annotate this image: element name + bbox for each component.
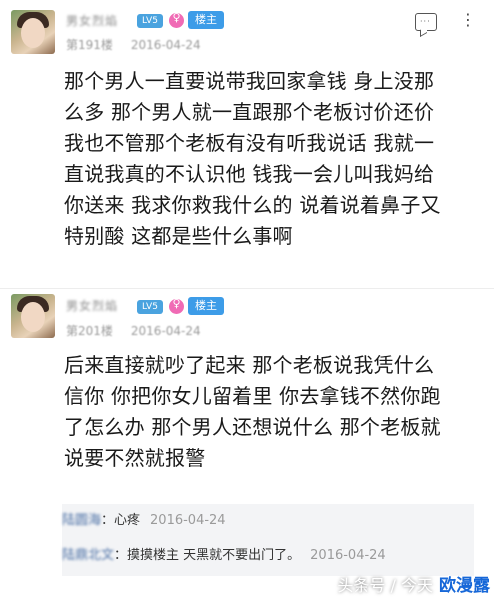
reply-item[interactable]: 陆圆海：心疼 2016-04-24 — [62, 507, 226, 535]
host-badge: 楼主 — [188, 11, 224, 29]
level-badge: LV5 — [137, 300, 163, 314]
level-badge: LV5 — [137, 14, 163, 28]
female-icon — [169, 297, 184, 314]
reply-date: 2016-04-24 — [310, 548, 386, 563]
avatar[interactable] — [11, 10, 55, 54]
content-line: 么多 那个男人就一直跟那个老板讨价还价 — [64, 100, 435, 124]
post-floor-201: 男女烈焰 LV5 楼主 第201楼 2016-04-24 后来直接就吵了起来 那个… — [0, 288, 494, 504]
reply-username[interactable]: 陆圆海 — [62, 513, 101, 528]
floor-meta: 第201楼 2016-04-24 — [66, 322, 201, 339]
post-date: 2016-04-24 — [130, 38, 201, 52]
username[interactable]: 男女烈焰 — [66, 297, 118, 314]
reply-date: 2016-04-24 — [150, 513, 226, 528]
reply-username[interactable]: 陆鼎北文 — [62, 548, 114, 563]
floor-meta: 第191楼 2016-04-24 — [66, 36, 201, 53]
content-line: 直说我真的不认识他 钱我一会儿叫我妈给 — [64, 162, 435, 186]
comment-bubble-icon[interactable]: ··· — [415, 13, 437, 31]
post-date: 2016-04-24 — [130, 324, 201, 338]
avatar[interactable] — [11, 294, 55, 338]
reply-text: ：摸摸楼主 天黑就不要出门了。 — [114, 548, 301, 563]
floor-number: 第201楼 — [66, 324, 113, 338]
post-floor-191: 男女烈焰 LV5 楼主 第191楼 2016-04-24 ··· ⋮ 那个男人一直… — [0, 0, 494, 288]
watermark: 头条号 / 今天 欧漫露 — [337, 570, 490, 596]
username[interactable]: 男女烈焰 — [66, 12, 118, 29]
post-content: 后来直接就吵了起来 那个老板说我凭什么 信你 你把你女儿留着里 你去拿钱不然你跑… — [64, 350, 476, 474]
reply-text: ：心疼 — [101, 513, 141, 528]
post-content: 那个男人一直要说带我回家拿钱 身上没那 么多 那个男人就一直跟那个老板讨价还价 … — [64, 66, 476, 252]
watermark-source: 头条号 / 今天 — [337, 576, 433, 595]
reply-item[interactable]: 陆鼎北文：摸摸楼主 天黑就不要出门了。 2016-04-24 — [62, 542, 386, 570]
host-badge: 楼主 — [188, 297, 224, 315]
content-line: 后来直接就吵了起来 那个老板说我凭什么 — [64, 353, 435, 377]
content-line: 了怎么办 那个男人还想说什么 那个老板就 — [64, 415, 441, 439]
content-line: 特别酸 这都是些什么事啊 — [64, 224, 293, 248]
content-line: 我也不管那个老板有没有听我说话 我就一 — [64, 131, 435, 155]
content-line: 你送来 我求你救我什么的 说着说着鼻子又 — [64, 193, 441, 217]
floor-number: 第191楼 — [66, 38, 113, 52]
content-line: 信你 你把你女儿留着里 你去拿钱不然你跑 — [64, 384, 441, 408]
more-options-icon[interactable]: ⋮ — [460, 12, 476, 28]
reply-list: 陆圆海：心疼 2016-04-24 陆鼎北文：摸摸楼主 天黑就不要出门了。 2016… — [62, 504, 474, 576]
watermark-brand: 欧漫露 — [439, 576, 490, 596]
female-icon — [169, 11, 184, 28]
content-line: 说要不然就报警 — [64, 446, 206, 470]
content-line: 那个男人一直要说带我回家拿钱 身上没那 — [64, 69, 435, 93]
